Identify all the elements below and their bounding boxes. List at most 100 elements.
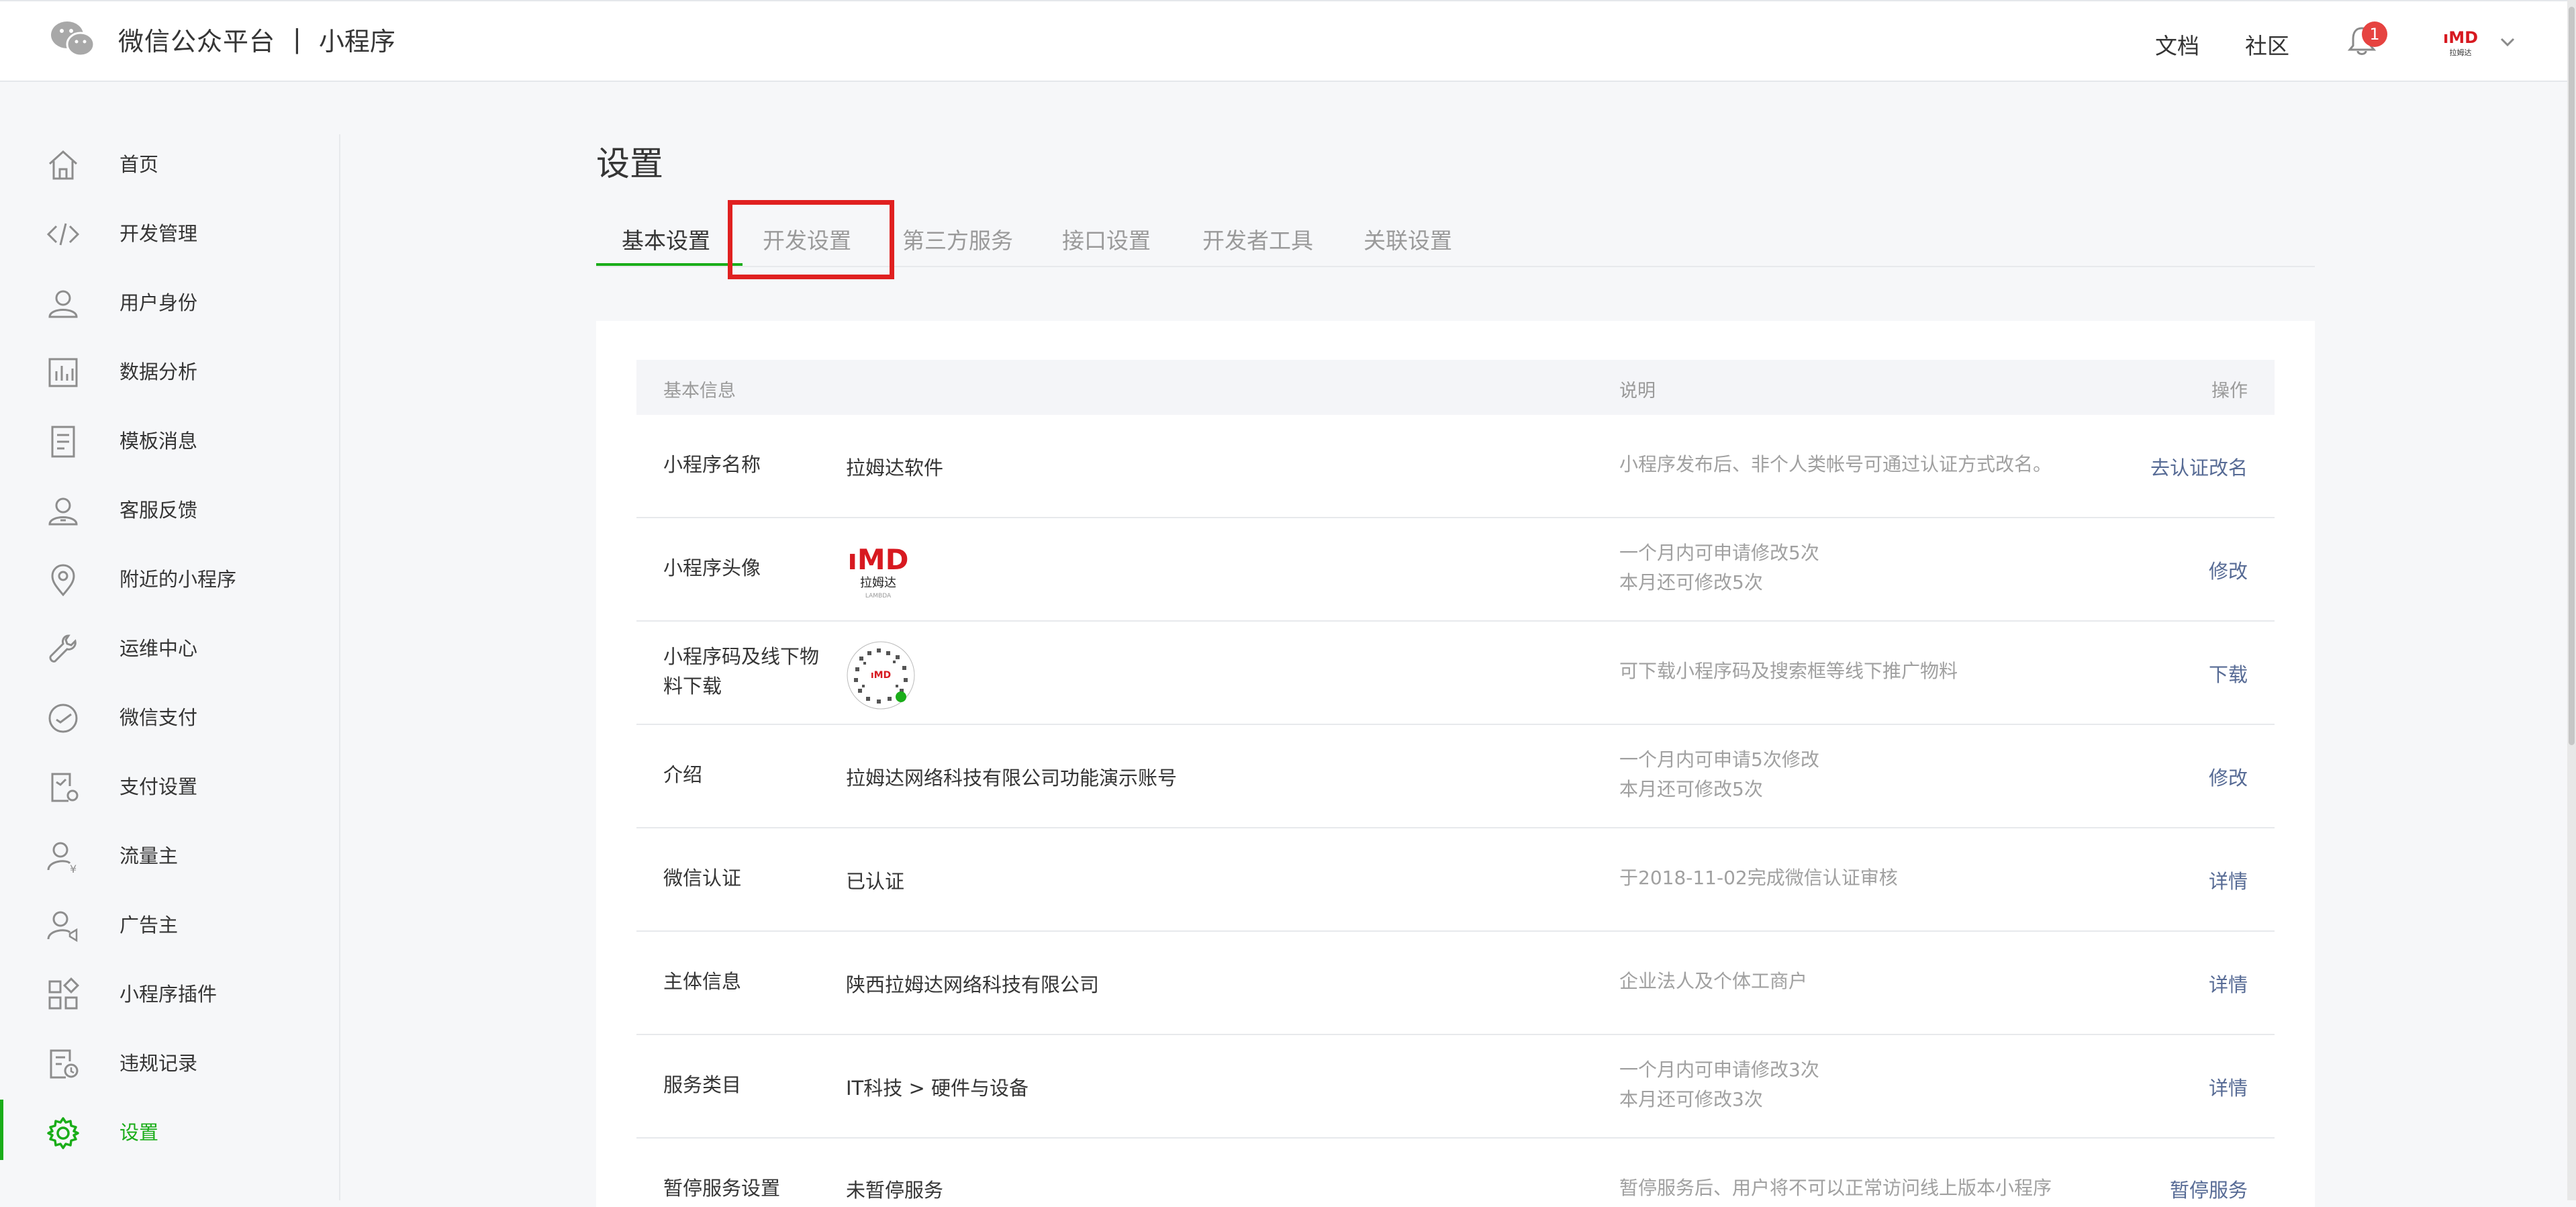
table-row: 介绍 拉姆达网络科技有限公司功能演示账号 一个月内可申请5次修改 本月还可修改5… [636,725,2275,828]
advertiser-icon [47,911,78,943]
service-category-details-link[interactable]: 详情 [2209,1073,2248,1101]
sidebar-item-wechat-pay[interactable]: 微信支付 [0,686,339,746]
row-description-line1: 一个月内可申请修改5次 [1619,542,1819,564]
row-description-line1: 一个月内可申请5次修改 [1619,749,1819,771]
sidebar-item-label: 流量主 [120,844,179,867]
row-description-line2: 本月还可修改5次 [1619,571,1763,593]
sidebar-item-label: 数据分析 [120,360,198,383]
sidebar-item-traffic-owner[interactable]: ¥ 流量主 [0,824,339,885]
sidebar-item-label: 支付设置 [120,775,198,798]
table-row: 微信认证 已认证 于2018-11-02完成微信认证审核 详情 [636,828,2275,932]
svg-text:ıMD: ıMD [871,670,891,681]
table-row: 小程序头像 ıMD 拉姆达 LAMBDA 一个月内可申请修改5次 本月还可修改5… [636,518,2275,622]
sidebar-item-violation-records[interactable]: 违规记录 [0,1032,339,1092]
payment-settings-icon [51,773,79,802]
tab-basic-settings[interactable]: 基本设置 [622,223,710,255]
community-link[interactable]: 社区 [2245,28,2289,60]
logo-text: ıMD [847,543,908,576]
row-value: IT科技 > 硬件与设备 [846,1077,1029,1100]
sidebar-item-nearby-miniprogram[interactable]: 附近的小程序 [0,548,339,608]
brand[interactable]: 微信公众平台 | 小程序 [48,19,395,59]
sidebar-item-home[interactable]: 首页 [0,133,339,193]
row-value: 陕西拉姆达网络科技有限公司 [846,973,1100,996]
tab-api-settings[interactable]: 接口设置 [1062,223,1151,255]
svg-text:¥: ¥ [70,863,77,874]
traffic-owner-icon: ¥ [47,842,77,874]
row-name: 小程序码及线下物料下载 [663,645,820,697]
table-row: 主体信息 陕西拉姆达网络科技有限公司 企业法人及个体工商户 详情 [636,932,2275,1035]
plugin-grid-icon [48,977,80,1010]
scrollbar-thumb[interactable] [2569,7,2575,745]
row-name: 介绍 [663,763,703,786]
sidebar-item-payment-settings[interactable]: 支付设置 [0,755,339,816]
rename-via-certification-link[interactable]: 去认证改名 [2150,452,2248,481]
table-row: 小程序名称 拉姆达软件 小程序发布后、非个人类帐号可通过认证方式改名。 去认证改… [636,415,2275,518]
download-materials-link[interactable]: 下载 [2209,659,2248,687]
row-name: 暂停服务设置 [663,1177,781,1200]
row-name: 服务类目 [663,1073,742,1096]
sidebar-item-dev-management[interactable]: 开发管理 [0,202,339,262]
sidebar-item-plugins[interactable]: 小程序插件 [0,963,339,1023]
row-description-line2: 本月还可修改5次 [1619,778,1763,800]
sidebar-item-data-analysis[interactable]: 数据分析 [0,340,339,401]
modify-intro-link[interactable]: 修改 [2209,763,2248,791]
sidebar-item-label: 运维中心 [120,637,198,660]
tab-developer-tools[interactable]: 开发者工具 [1202,223,1313,255]
row-name: 小程序名称 [663,453,761,476]
docs-link[interactable]: 文档 [2155,28,2199,60]
highlight-annotation-box [728,200,894,279]
row-description-line1: 一个月内可申请修改3次 [1619,1059,1819,1081]
row-name: 主体信息 [663,970,742,993]
row-name: 小程序头像 [663,557,761,579]
tab-linked-settings[interactable]: 关联设置 [1364,223,1452,255]
brand-title: 微信公众平台 [118,26,276,56]
sidebar-item-label: 微信支付 [120,706,198,729]
sidebar-item-label: 模板消息 [120,430,198,452]
sidebar-item-settings[interactable]: 设置 [0,1101,339,1161]
account-avatar[interactable]: ıMD 拉姆达 [2441,26,2480,60]
customer-service-icon [48,497,78,526]
row-description: 于2018-11-02完成微信认证审核 [1619,867,1898,889]
svg-text:ıMD: ıMD [2443,28,2478,47]
sidebar-item-label: 客服反馈 [120,499,198,522]
row-description: 小程序发布后、非个人类帐号可通过认证方式改名。 [1619,453,2052,475]
sidebar-item-label: 用户身份 [120,291,198,314]
sidebar-item-template-message[interactable]: 模板消息 [0,409,339,470]
modify-avatar-link[interactable]: 修改 [2209,556,2248,584]
sidebar-active-indicator [0,1100,3,1160]
row-description: 暂停服务后、用户将不可以正常访问线上版本小程序 [1619,1177,2052,1199]
miniprogram-avatar-image: ıMD 拉姆达 LAMBDA [847,543,908,599]
code-icon [46,223,80,246]
user-icon [48,290,78,318]
entity-details-link[interactable]: 详情 [2209,969,2248,998]
wrench-icon [49,634,77,663]
sidebar-item-user-identity[interactable]: 用户身份 [0,271,339,332]
sidebar-item-label: 广告主 [120,914,179,936]
sidebar-item-ops-center[interactable]: 运维中心 [0,617,339,677]
active-tab-underline [596,263,743,266]
table-header: 基本信息 说明 操作 [636,360,2275,415]
sidebar-item-advertiser[interactable]: 广告主 [0,894,339,954]
sidebar-item-label: 违规记录 [120,1052,198,1075]
row-description: 企业法人及个体工商户 [1619,970,1808,992]
notification-badge: 1 [2362,21,2387,47]
pause-service-link[interactable]: 暂停服务 [2170,1175,2248,1203]
top-header: 微信公众平台 | 小程序 文档 社区 1 ıMD 拉姆达 [0,0,2576,82]
logo-subtext: 拉姆达 [860,576,896,590]
row-value: 拉姆达网络科技有限公司功能演示账号 [846,767,1178,789]
gear-icon [47,1117,79,1149]
table-row: 暂停服务设置 未暂停服务 暂停服务后、用户将不可以正常访问线上版本小程序 暂停服… [636,1139,2275,1203]
header-operation: 操作 [2211,381,2248,401]
document-icon [51,426,75,458]
header-basic-info: 基本信息 [663,381,736,401]
row-value: 拉姆达软件 [846,456,944,479]
bar-chart-icon [48,358,78,387]
row-value: 未暂停服务 [846,1179,944,1202]
sidebar-item-label: 首页 [120,153,159,176]
chevron-down-icon[interactable] [2497,34,2518,50]
payment-icon [48,704,78,733]
location-pin-icon [51,564,75,597]
sidebar-item-customer-feedback[interactable]: 客服反馈 [0,479,339,539]
certification-details-link[interactable]: 详情 [2209,866,2248,894]
tab-third-party-services[interactable]: 第三方服务 [902,223,1013,255]
